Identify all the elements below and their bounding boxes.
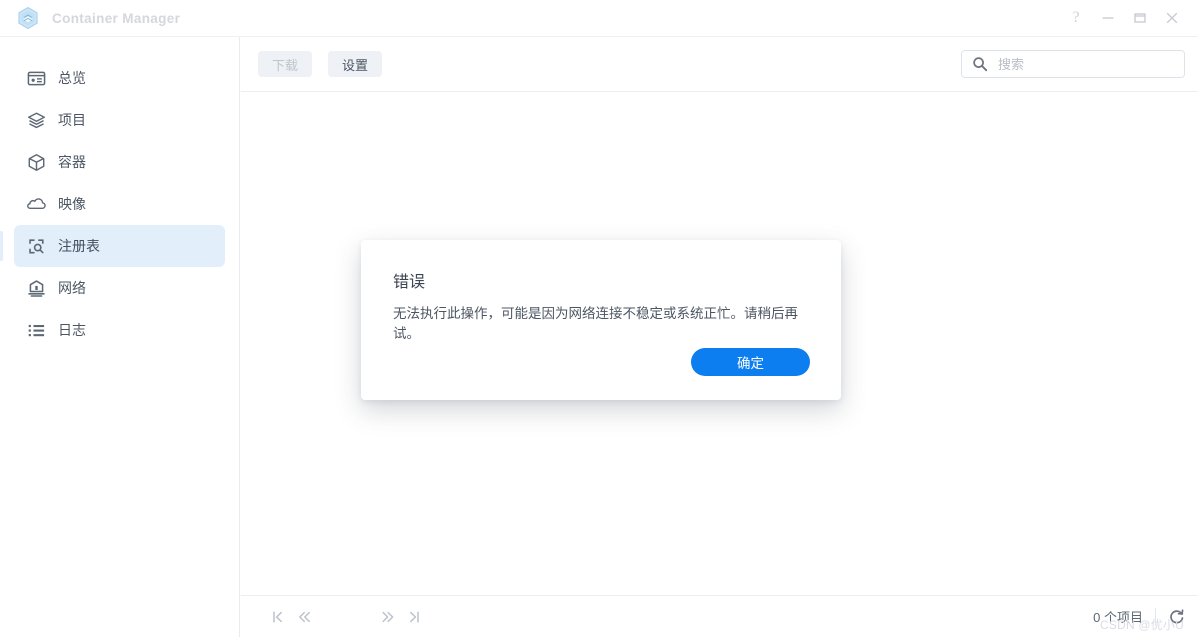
sidebar-item-network[interactable]: 网络	[14, 267, 225, 309]
settings-button[interactable]: 设置	[328, 51, 383, 77]
dialog-title: 错误	[393, 274, 426, 291]
sidebar: 总览 项目 容器 映像 注册表 网络 日志	[0, 37, 240, 637]
dialog-message: 无法执行此操作，可能是因为网络连接不稳定或系统正忙。请稍后再试。	[393, 306, 798, 341]
router-icon	[26, 278, 46, 298]
dashboard-card-icon	[26, 68, 46, 88]
list-icon	[26, 320, 46, 340]
next-page-button[interactable]	[375, 604, 401, 630]
registry-search-icon	[26, 236, 46, 256]
sidebar-item-projects[interactable]: 项目	[14, 99, 225, 141]
sidebar-item-containers[interactable]: 容器	[14, 141, 225, 183]
sidebar-item-label: 映像	[58, 196, 86, 212]
window-controls: ?	[1060, 3, 1198, 33]
sidebar-item-label: 注册表	[58, 238, 100, 254]
sidebar-item-logs[interactable]: 日志	[14, 309, 225, 351]
watermark: CSDN @优小U	[1100, 618, 1184, 632]
sidebar-item-images[interactable]: 映像	[14, 183, 225, 225]
minimize-button[interactable]	[1092, 3, 1124, 33]
close-button[interactable]	[1156, 3, 1188, 33]
maximize-button[interactable]	[1124, 3, 1156, 33]
prev-page-button[interactable]	[291, 604, 317, 630]
error-dialog: 错误 无法执行此操作，可能是因为网络连接不稳定或系统正忙。请稍后再试。 确定	[361, 240, 841, 400]
sidebar-item-label: 容器	[58, 154, 86, 170]
search-icon	[973, 57, 988, 72]
layers-icon	[26, 110, 46, 130]
help-button[interactable]: ?	[1060, 3, 1092, 33]
sidebar-item-overview[interactable]: 总览	[14, 57, 225, 99]
sidebar-item-label: 网络	[58, 280, 86, 296]
last-page-button[interactable]	[401, 604, 427, 630]
download-button[interactable]: 下载	[258, 51, 313, 77]
title-bar: Container Manager ?	[0, 0, 1198, 37]
search-input[interactable]	[996, 55, 1176, 73]
sidebar-item-label: 项目	[58, 112, 86, 128]
first-page-button[interactable]	[265, 604, 291, 630]
toolbar: 下载 设置	[241, 37, 1198, 92]
dialog-ok-button[interactable]: 确定	[691, 348, 810, 376]
sidebar-item-registry[interactable]: 注册表	[0, 225, 225, 267]
cloud-icon	[26, 194, 46, 214]
sidebar-item-label: 总览	[58, 70, 86, 86]
cube-icon	[26, 152, 46, 172]
search-box[interactable]	[961, 50, 1185, 78]
window-title: Container Manager	[52, 10, 181, 26]
container-manager-window: Container Manager ? 总览 项目 容器 映像 注册表 网络 日…	[0, 0, 1198, 637]
container-hexagon-icon	[18, 6, 38, 30]
sidebar-item-label: 日志	[58, 322, 86, 338]
pagination	[265, 604, 427, 630]
footer-bar: 0 个项目	[241, 595, 1198, 637]
